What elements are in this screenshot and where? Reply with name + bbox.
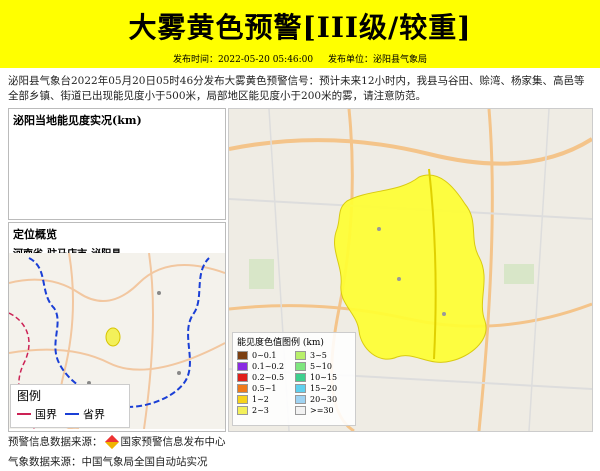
legend-label: 1~2 (252, 394, 269, 404)
legend-item: 0.5~1 (237, 383, 295, 393)
legend-swatch (237, 394, 248, 404)
location-panel-title: 定位概览 (13, 228, 57, 241)
weather-source-line: 气象数据来源：中国气象局全国自动站实况 (8, 456, 208, 468)
legend-label: 0.2~0.5 (252, 372, 285, 382)
province-border-line-icon (65, 413, 79, 415)
legend-swatch (237, 350, 248, 360)
warning-source-line: 预警信息数据来源： 国家预警信息发布中心 (8, 434, 226, 450)
legend-item: 10~15 (295, 372, 353, 382)
visibility-color-legend: 能见度色值图例 (km) 0~0.1 3~5 0.1~0.2 5~10 0.2~0.5 1… (232, 332, 356, 426)
publish-unit: 发布单位：泌阳县气象局 (328, 55, 428, 65)
legend-swatch (295, 350, 306, 360)
legend-item: 2~3 (237, 405, 295, 415)
legend-item: 20~30 (295, 394, 353, 404)
legend-label: >=30 (310, 405, 334, 415)
legend-label: 3~5 (310, 350, 327, 360)
warning-source-label: 预警信息数据来源： (8, 436, 103, 448)
legend-swatch (295, 361, 306, 371)
legend-label: 2~3 (252, 405, 269, 415)
legend-item: 0.1~0.2 (237, 361, 295, 371)
publish-time: 发布时间：2022-05-20 05:46:00 (172, 55, 314, 65)
legend-item: 15~20 (295, 383, 353, 393)
legend-label: 0.1~0.2 (252, 361, 285, 371)
warning-header: 大雾黄色预警[III级/较重] 发布时间：2022-05-20 05:46:00… (0, 0, 600, 68)
location-legend-title: 图例 (17, 389, 42, 403)
legend-item: 0~0.1 (237, 350, 295, 360)
warning-title: 大雾黄色预警[III级/较重] (128, 11, 472, 44)
legend-item: 1~2 (237, 394, 295, 404)
legend-label: 15~20 (310, 383, 338, 393)
legend-swatch (237, 405, 248, 415)
warning-body-text: 泌阳县气象台2022年05月20日05时46分发布大雾黄色预警信号：预计未来12… (8, 75, 585, 102)
legend-item: 0.2~0.5 (237, 372, 295, 382)
legend-item: 3~5 (295, 350, 353, 360)
visibility-legend-grid: 0~0.1 3~5 0.1~0.2 5~10 0.2~0.5 10~15 0.5~1 15~2… (233, 350, 355, 415)
legend-swatch (295, 405, 306, 415)
visibility-panel-title: 泌阳当地能见度实况(km) (13, 114, 142, 127)
province-border-label: 省界 (83, 408, 105, 421)
legend-swatch (237, 361, 248, 371)
legend-label: 0.5~1 (252, 383, 277, 393)
legend-label: 20~30 (310, 394, 338, 404)
visibility-legend-title: 能见度色值图例 (km) (237, 338, 324, 348)
legend-label: 5~10 (310, 361, 332, 371)
biyang-location-marker (105, 327, 121, 347)
warning-center-logo-icon (104, 434, 119, 450)
legend-swatch (295, 383, 306, 393)
legend-label: 10~15 (310, 372, 338, 382)
visibility-panel: 泌阳当地能见度实况(km) (8, 108, 226, 220)
legend-item: >=30 (295, 405, 353, 415)
legend-swatch (237, 372, 248, 382)
national-border-label: 国界 (35, 408, 57, 421)
warning-meta: 发布时间：2022-05-20 05:46:00 发布单位：泌阳县气象局 (0, 52, 600, 65)
warning-source-name: 国家预警信息发布中心 (120, 436, 226, 448)
legend-swatch (295, 394, 306, 404)
location-legend: 图例 国界 省界 (10, 384, 130, 428)
national-border-line-icon (17, 413, 31, 415)
legend-label: 0~0.1 (252, 350, 277, 360)
legend-swatch (237, 383, 248, 393)
legend-swatch (295, 372, 306, 382)
legend-item: 5~10 (295, 361, 353, 371)
